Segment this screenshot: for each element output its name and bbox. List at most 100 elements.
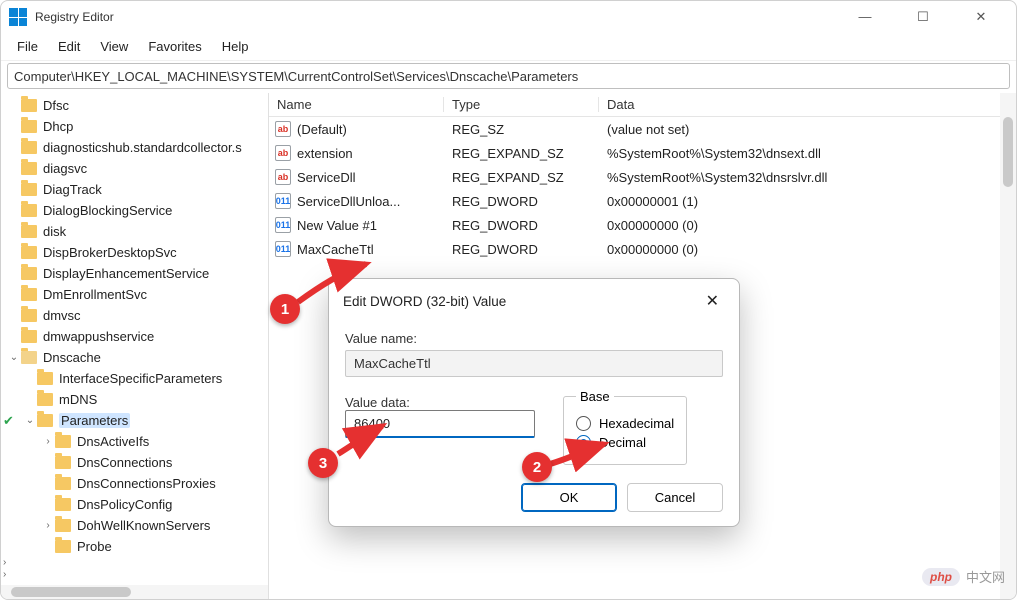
folder-icon [21,162,37,175]
value-type: REG_DWORD [444,242,599,257]
menubar: File Edit View Favorites Help [1,33,1016,61]
tree-item[interactable]: Probe [1,536,268,557]
check-icon: ✔ [3,413,14,429]
tree-item[interactable]: mDNS [1,389,268,410]
menu-edit[interactable]: Edit [48,35,90,58]
tree-item[interactable]: disk [1,221,268,242]
tree-item[interactable]: › DohWellKnownServers [1,515,268,536]
list-header[interactable]: Name Type Data [269,93,1016,117]
string-value-icon: ab [275,169,291,185]
dword-value-icon: 011 [275,217,291,233]
tree-collapsed-chevrons: ›› [3,557,6,581]
watermark: php 中文网 [922,567,1005,586]
window-title: Registry Editor [35,10,114,24]
tree-item[interactable]: DmEnrollmentSvc [1,284,268,305]
tree-item[interactable]: ✔ ⌄ Parameters [1,410,268,431]
tree-item-label: DohWellKnownServers [77,518,210,533]
value-row[interactable]: ab(Default)REG_SZ(value not set) [269,117,1016,141]
tree-item[interactable]: InterfaceSpecificParameters [1,368,268,389]
minimize-button[interactable]: — [850,9,880,25]
annotation-arrow-2 [542,438,612,472]
annotation-arrow-1 [286,258,376,312]
annotation-arrow-3 [330,422,390,462]
base-legend: Base [576,389,614,404]
tree-item-label: Dhcp [43,119,73,134]
folder-icon [55,456,71,469]
tree-item[interactable]: DnsConnections [1,452,268,473]
tree-item-label: DnsConnectionsProxies [77,476,216,491]
dialog-close-button[interactable]: ✕ [700,289,725,313]
value-row[interactable]: 011 MaxCacheTtl REG_DWORD0x00000000 (0) [269,237,1016,261]
folder-icon [21,120,37,133]
value-data: 0x00000000 (0) [599,242,1016,257]
tree-item-label: DnsPolicyConfig [77,497,172,512]
ok-button[interactable]: OK [521,483,617,512]
chevron-icon: ⌄ [23,415,37,426]
folder-icon [37,372,53,385]
menu-favorites[interactable]: Favorites [138,35,211,58]
folder-icon [21,204,37,217]
edit-dword-dialog: Edit DWORD (32-bit) Value ✕ Value name: … [328,278,740,527]
list-vscrollbar[interactable] [1000,93,1016,599]
maximize-button[interactable]: ☐ [908,9,938,25]
value-data-label: Value data: [345,395,535,410]
tree-item[interactable]: diagsvc [1,158,268,179]
tree-item[interactable]: ⌄Dnscache [1,347,268,368]
address-bar[interactable]: Computer\HKEY_LOCAL_MACHINE\SYSTEM\Curre… [7,63,1010,89]
value-name: MaxCacheTtl [297,242,374,257]
folder-icon [21,246,37,259]
tree-pane[interactable]: Dfsc Dhcp diagnosticshub.standardcollector… [1,93,269,599]
tree-item[interactable]: Dhcp [1,116,268,137]
tree-item-label: Dfsc [43,98,69,113]
tree-item[interactable]: dmwappushservice [1,326,268,347]
value-row[interactable]: 011New Value #1REG_DWORD0x00000000 (0) [269,213,1016,237]
tree-item-label: Parameters [59,413,130,428]
string-value-icon: ab [275,121,291,137]
folder-icon [55,435,71,448]
address-text: Computer\HKEY_LOCAL_MACHINE\SYSTEM\Curre… [14,69,578,84]
folder-icon [55,540,71,553]
col-data[interactable]: Data [599,97,1016,112]
folder-icon [21,183,37,196]
tree-item-label: diagsvc [43,161,87,176]
tree-item[interactable]: Dfsc [1,95,268,116]
tree-item[interactable]: DisplayEnhancementService [1,263,268,284]
string-value-icon: ab [275,145,291,161]
value-data: 0x00000000 (0) [599,218,1016,233]
tree-item[interactable]: DialogBlockingService [1,200,268,221]
tree-item[interactable]: ›DnsActiveIfs [1,431,268,452]
tree-hscrollbar[interactable] [1,585,268,599]
value-row[interactable]: 011ServiceDllUnloa...REG_DWORD0x00000001… [269,189,1016,213]
close-button[interactable]: ✕ [966,9,996,25]
menu-help[interactable]: Help [212,35,259,58]
value-data: 0x00000001 (1) [599,194,1016,209]
col-name[interactable]: Name [269,97,444,112]
menu-view[interactable]: View [90,35,138,58]
tree-item-label: Probe [77,539,112,554]
value-row[interactable]: abServiceDllREG_EXPAND_SZ%SystemRoot%\Sy… [269,165,1016,189]
col-type[interactable]: Type [444,97,599,112]
tree-item[interactable]: DnsConnectionsProxies [1,473,268,494]
dword-value-icon: 011 [275,241,291,257]
value-name-field[interactable]: MaxCacheTtl [345,350,723,377]
radio-hexadecimal[interactable]: Hexadecimal [576,416,674,431]
annotation-marker-3: 3 [308,448,338,478]
menu-file[interactable]: File [7,35,48,58]
tree-item[interactable]: dmvsc [1,305,268,326]
tree-item-label: disk [43,224,66,239]
titlebar: Registry Editor — ☐ ✕ [1,1,1016,33]
value-row[interactable]: abextensionREG_EXPAND_SZ%SystemRoot%\Sys… [269,141,1016,165]
tree-item[interactable]: DnsPolicyConfig [1,494,268,515]
tree-item-label: dmwappushservice [43,329,154,344]
tree-item[interactable]: diagnosticshub.standardcollector.s [1,137,268,158]
tree-item-label: mDNS [59,392,97,407]
regedit-icon [9,8,27,26]
value-name: (Default) [297,122,347,137]
tree-item[interactable]: DispBrokerDesktopSvc [1,242,268,263]
chevron-icon: › [41,520,55,531]
cancel-button[interactable]: Cancel [627,483,723,512]
value-type: REG_DWORD [444,218,599,233]
tree-item[interactable]: DiagTrack [1,179,268,200]
tree-item-label: InterfaceSpecificParameters [59,371,222,386]
value-data: %SystemRoot%\System32\dnsext.dll [599,146,1016,161]
